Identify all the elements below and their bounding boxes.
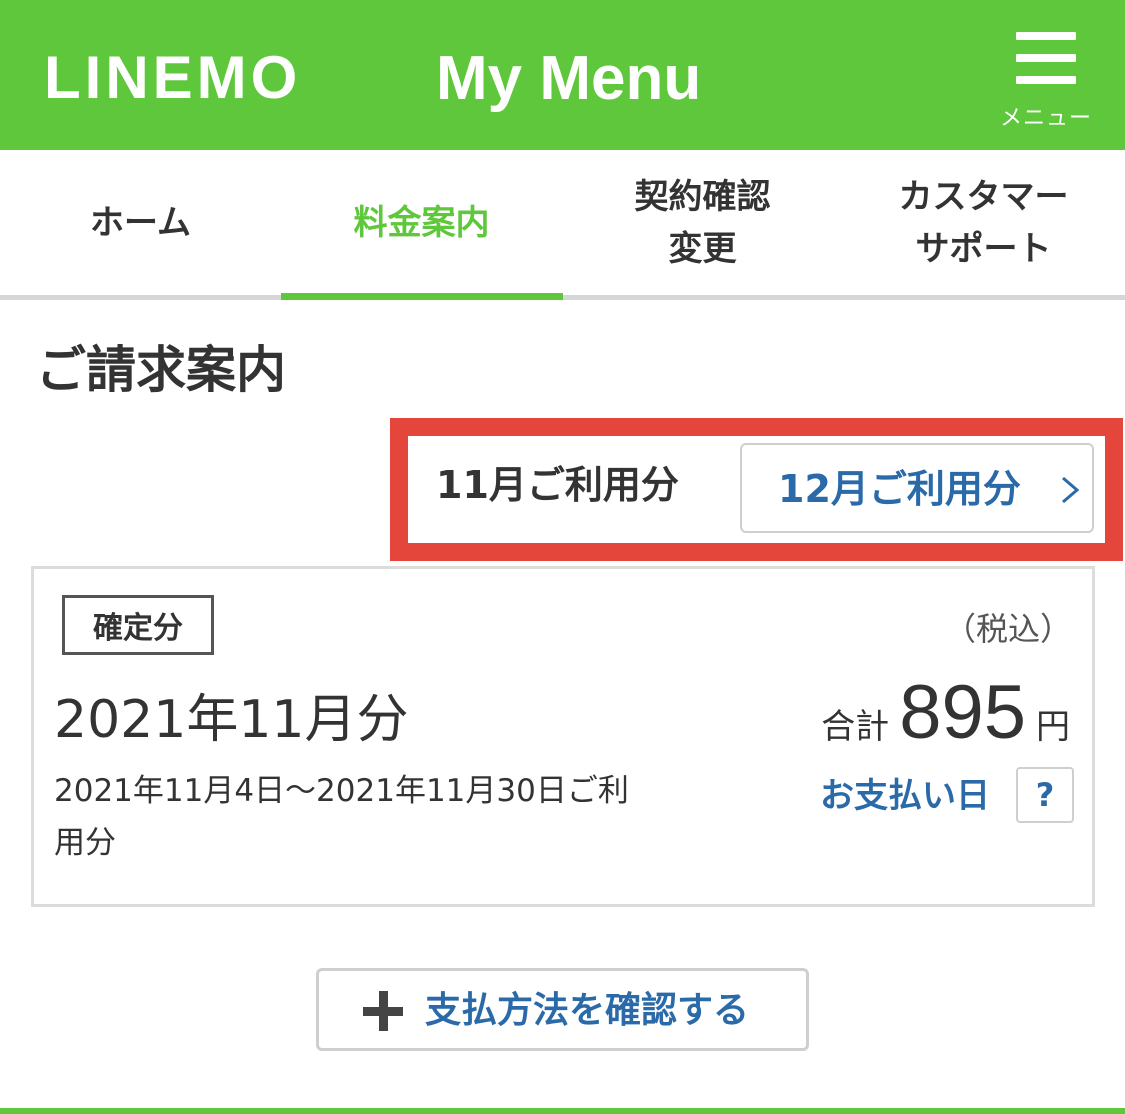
menu-button[interactable]: メニュー [996,26,1096,131]
total-label: 合計 [821,707,890,747]
help-button[interactable]: ? [1016,767,1074,823]
tab-contract[interactable]: 契約確認 変更 [562,150,843,295]
payment-method-button[interactable]: 支払方法を確認する [316,968,809,1051]
total-amount: 895 [899,670,1026,755]
bill-card: 確定分 2021年11月分 2021年11月4日～2021年11月30日ご利用分… [31,566,1095,907]
tab-contract-label: 契約確認 変更 [634,176,771,269]
tab-support-label: カスタマー サポート [898,176,1069,269]
tab-home[interactable]: ホーム [0,150,281,295]
month-selector: 11月ご利用分 12月ご利用分 [390,418,1123,561]
current-month-label: 11月ご利用分 [436,463,679,507]
tab-bar: ホーム 料金案内 契約確認 変更 カスタマー サポート [0,150,1125,300]
total-row: 合計 895 円 [821,671,1070,755]
hamburger-icon [1016,32,1076,84]
active-tab-indicator [281,293,563,300]
bill-month: 2021年11月分 [54,690,409,750]
menu-label: メニュー [999,106,1092,131]
tax-note: （税込） [944,610,1073,648]
tab-support[interactable]: カスタマー サポート [843,150,1124,295]
bill-period: 2021年11月4日～2021年11月30日ご利用分 [54,773,629,861]
bottom-accent-bar [0,1108,1125,1114]
page-title: My Menu [436,44,702,113]
tab-billing[interactable]: 料金案内 [281,150,562,295]
next-month-button[interactable]: 12月ご利用分 [740,443,1094,533]
tab-home-label: ホーム [90,202,191,243]
status-badge: 確定分 [62,595,214,655]
payment-method-label: 支払方法を確認する [425,990,750,1031]
next-month-label: 12月ご利用分 [778,467,1021,511]
chevron-right-icon [1062,476,1080,504]
app-header: LINEMO My Menu メニュー [0,0,1125,150]
currency-unit: 円 [1036,707,1070,747]
brand-logo[interactable]: LINEMO [44,46,301,110]
plus-icon [363,991,403,1031]
section-title: ご請求案内 [36,341,286,399]
tab-billing-label: 料金案内 [353,202,490,243]
payment-date-link[interactable]: お支払い日 [820,773,990,819]
